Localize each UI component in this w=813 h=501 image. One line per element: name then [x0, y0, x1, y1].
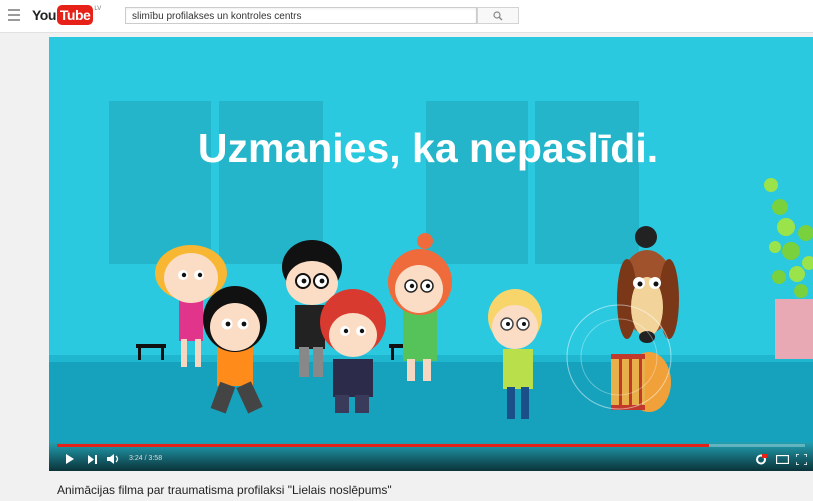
hamburger-menu-icon[interactable] — [8, 9, 20, 21]
video-overlay-text: Uzmanies, ka nepaslīdi. — [198, 125, 658, 171]
logo-country-code: LV — [94, 6, 102, 12]
settings-icon[interactable] — [755, 454, 767, 465]
search-icon — [493, 11, 503, 21]
logo-you-text: You — [32, 7, 56, 23]
search-input[interactable]: slimību profilakses un kontroles centrs — [125, 7, 477, 24]
theater-mode-icon[interactable] — [776, 455, 789, 464]
masthead: You Tube LV slimību profilakses un kontr… — [0, 0, 813, 33]
next-icon[interactable] — [88, 455, 98, 464]
search-button[interactable] — [477, 7, 519, 24]
video-title: Animācijas filma par traumatisma profila… — [57, 483, 392, 497]
volume-icon[interactable] — [107, 454, 121, 464]
progress-bar[interactable] — [57, 444, 805, 447]
progress-played — [57, 444, 710, 447]
fullscreen-icon[interactable] — [796, 454, 807, 465]
video-player[interactable]: Uzmanies, ka nepaslīdi. 3:24 / 3:58 — [49, 37, 813, 471]
logo-tube-text: Tube — [56, 5, 94, 25]
video-frame: Uzmanies, ka nepaslīdi. — [49, 101, 813, 442]
play-icon[interactable] — [65, 454, 75, 464]
time-display: 3:24 / 3:58 — [129, 455, 163, 462]
youtube-logo[interactable]: You Tube LV — [32, 5, 101, 25]
